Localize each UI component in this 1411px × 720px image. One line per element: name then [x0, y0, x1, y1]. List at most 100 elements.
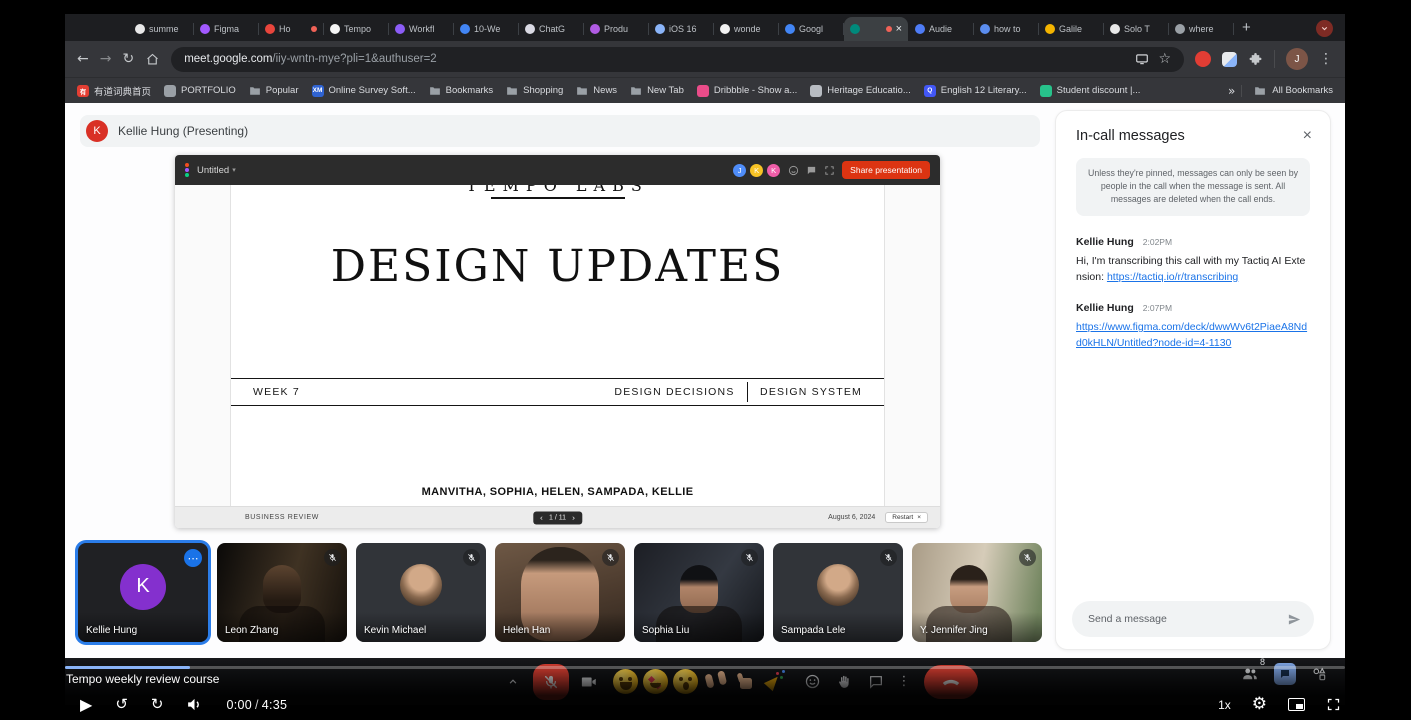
extension-icon-red[interactable] [1195, 51, 1211, 67]
comments-icon[interactable] [806, 165, 817, 176]
all-bookmarks-button[interactable]: All Bookmarks [1241, 84, 1333, 97]
bookmark-item[interactable]: PORTFOLIO [164, 84, 236, 97]
bookmark-item[interactable]: 有 有道词典首页 [77, 84, 151, 98]
url-bar[interactable]: meet.google.com/iiy-wntn-mye?pli=1&authu… [171, 46, 1184, 72]
new-tab-button[interactable]: + [1242, 20, 1251, 35]
bookmark-item[interactable]: Q English 12 Literary... [923, 84, 1027, 97]
extensions-puzzle-icon[interactable] [1248, 52, 1263, 67]
collaborator-avatar[interactable]: K [766, 162, 782, 178]
bookmark-item[interactable]: News [576, 85, 617, 97]
browser-tab[interactable]: Ho [259, 17, 324, 41]
participant-tile[interactable]: Leon Zhang [217, 543, 347, 642]
bookmark-item[interactable]: Popular [249, 85, 299, 97]
url-text: meet.google.com/iiy-wntn-mye?pli=1&authu… [184, 53, 437, 65]
participant-tile[interactable]: Kevin Michael [356, 543, 486, 642]
bookmarks-overflow-icon[interactable]: » [1228, 84, 1235, 98]
share-presentation-button[interactable]: Share presentation [842, 161, 930, 179]
browser-tab[interactable]: 10-We [454, 17, 519, 41]
participant-tile[interactable]: Sophia Liu [634, 543, 764, 642]
browser-tab[interactable]: Tempo [324, 17, 389, 41]
fullscreen-button[interactable] [1326, 697, 1341, 712]
back-button[interactable]: ← [77, 52, 89, 66]
bookmark-item[interactable]: XM Online Survey Soft... [311, 84, 416, 97]
cursor-chat-icon[interactable] [788, 165, 799, 176]
figma-doc-title[interactable]: Untitled ▾ [197, 165, 236, 176]
participant-tile[interactable]: Y. Jennifer Jing [912, 543, 1042, 642]
slide-brand-text: TEMPO LABS [466, 185, 649, 195]
bookmark-item[interactable]: Shopping [506, 85, 563, 97]
fast-forward-button[interactable]: ↻ [151, 697, 164, 712]
extension-icon-capture[interactable] [1222, 51, 1237, 67]
pip-button[interactable] [1288, 698, 1305, 711]
recording-indicator-button[interactable] [1316, 20, 1333, 37]
restart-button[interactable]: Restart × [885, 512, 928, 523]
mic-off-icon [468, 554, 475, 562]
browser-tab[interactable]: Figma [194, 17, 259, 41]
previous-slide-button[interactable]: ‹ [540, 513, 543, 522]
participant-name: Helen Han [503, 625, 551, 636]
expand-icon[interactable] [824, 165, 835, 176]
bookmark-item[interactable]: New Tab [630, 85, 684, 97]
presentation-slide: TEMPO LABS DESIGN UPDATES WEEK 7 DESIGN … [230, 185, 885, 506]
reload-button[interactable]: ↻ [122, 52, 134, 66]
figma-logo-icon [185, 163, 189, 177]
browser-menu-button[interactable]: ⋮ [1319, 52, 1333, 66]
chat-message-input[interactable] [1088, 613, 1287, 625]
message-link[interactable]: https://www.figma.com/deck/dwwWv6t2PiaeA… [1076, 321, 1307, 349]
next-slide-button[interactable]: › [572, 513, 575, 522]
message-link[interactable]: https://tactiq.io/r/transcribing [1107, 271, 1238, 283]
browser-tab[interactable]: Workfl [389, 17, 454, 41]
browser-tab[interactable]: how to [974, 17, 1039, 41]
tab-close-icon[interactable]: × [896, 23, 902, 35]
tab-favicon [1110, 24, 1120, 34]
browser-tab[interactable]: Produ [584, 17, 649, 41]
tab-favicon [330, 24, 340, 34]
volume-button[interactable] [186, 696, 203, 713]
chat-input-container [1072, 601, 1314, 637]
browser-tab[interactable]: iOS 16 [649, 17, 714, 41]
figma-canvas: TEMPO LABS DESIGN UPDATES WEEK 7 DESIGN … [175, 185, 940, 506]
tab-title: Produ [604, 24, 629, 34]
folder-icon [631, 86, 641, 95]
mic-off-icon [329, 554, 336, 562]
browser-tab[interactable]: where [1169, 17, 1234, 41]
chat-close-button[interactable]: × [1303, 128, 1312, 144]
letter-avatar: K [120, 563, 166, 610]
browser-tab[interactable]: × [844, 17, 908, 41]
seek-bar[interactable] [65, 666, 1345, 669]
settings-gear-button[interactable]: ⚙ [1252, 696, 1267, 713]
participant-name: Sampada Lele [781, 625, 846, 636]
tab-favicon [525, 24, 535, 34]
figma-collaborator-avatars: J K K [732, 162, 782, 178]
play-button[interactable]: ▶ [80, 696, 92, 713]
browser-tab[interactable]: Galile [1039, 17, 1104, 41]
bookmark-item[interactable]: Heritage Educatio... [810, 84, 911, 97]
playback-speed-button[interactable]: 1x [1218, 698, 1231, 712]
send-message-button[interactable] [1287, 612, 1302, 627]
browser-tab[interactable]: ChatG [519, 17, 584, 41]
participant-tile[interactable]: Sampada Lele [773, 543, 903, 642]
tile-menu-button[interactable]: ⋯ [184, 549, 202, 567]
browser-toolbar: ← → ↻ meet.google.com/iiy-wntn-mye?pli=1… [65, 41, 1345, 77]
bookmark-item[interactable]: Bookmarks [429, 85, 493, 97]
video-title: Tempo weekly review course [66, 672, 220, 686]
bookmark-item[interactable]: Student discount |... [1039, 84, 1140, 97]
browser-tab[interactable]: summe [129, 17, 194, 41]
bookmark-item[interactable]: Dribbble - Show a... [696, 84, 797, 97]
browser-tab[interactable]: Solo T [1104, 17, 1169, 41]
bookmark-favicon [164, 84, 177, 97]
slide-tag-decisions: DESIGN DECISIONS [614, 386, 735, 398]
collaborator-avatar[interactable]: K [749, 162, 765, 178]
participant-tile[interactable]: Helen Han [495, 543, 625, 642]
forward-button[interactable]: → [100, 52, 112, 66]
home-button[interactable] [145, 52, 160, 67]
participant-tile[interactable]: K ⋯ Kellie Hung [78, 543, 208, 642]
bookmark-star-icon[interactable]: ☆ [1158, 52, 1171, 66]
close-icon[interactable]: × [917, 514, 921, 521]
browser-tab[interactable]: Googl [779, 17, 844, 41]
profile-avatar[interactable]: J [1286, 48, 1308, 70]
browser-tab[interactable]: wonde [714, 17, 779, 41]
browser-tab[interactable]: Audie [909, 17, 974, 41]
rewind-button[interactable]: ↺ [115, 697, 128, 712]
collaborator-avatar[interactable]: J [732, 162, 748, 178]
